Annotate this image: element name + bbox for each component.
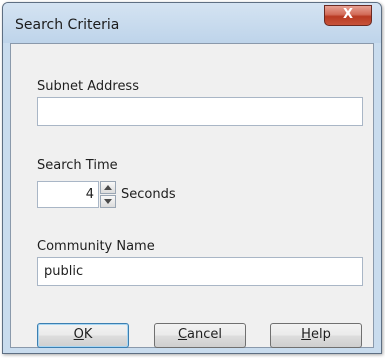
cancel-label-rest: ancel (187, 327, 223, 342)
title-bar[interactable]: Search Criteria X (3, 3, 381, 43)
cancel-button[interactable]: Cancel (154, 323, 246, 348)
ok-label-rest: K (83, 327, 93, 342)
help-mnemonic: H (301, 327, 311, 342)
search-time-spinner (100, 181, 116, 208)
search-time-label: Search Time (37, 158, 118, 173)
chevron-down-icon (104, 199, 112, 204)
help-label-rest: elp (310, 327, 331, 342)
subnet-address-label: Subnet Address (37, 79, 139, 94)
spin-down-button[interactable] (100, 195, 116, 208)
dialog-title: Search Criteria (15, 17, 120, 33)
ok-button[interactable]: OK (37, 323, 129, 348)
community-name-label: Community Name (37, 239, 155, 254)
search-time-input[interactable]: 4 (37, 181, 99, 208)
close-button[interactable]: X (324, 5, 372, 26)
dialog-body: Subnet Address Search Time 4 Seconds Com… (10, 43, 374, 348)
seconds-label: Seconds (121, 187, 176, 202)
cancel-mnemonic: C (177, 327, 188, 342)
chevron-up-icon (104, 185, 112, 190)
help-button[interactable]: Help (270, 323, 362, 348)
subnet-address-input[interactable] (37, 97, 363, 126)
community-name-input[interactable] (37, 257, 363, 286)
search-criteria-dialog: Search Criteria X Subnet Address Search … (2, 2, 382, 354)
spin-up-button[interactable] (100, 181, 116, 194)
ok-mnemonic: O (73, 327, 84, 342)
close-icon: X (342, 7, 354, 22)
